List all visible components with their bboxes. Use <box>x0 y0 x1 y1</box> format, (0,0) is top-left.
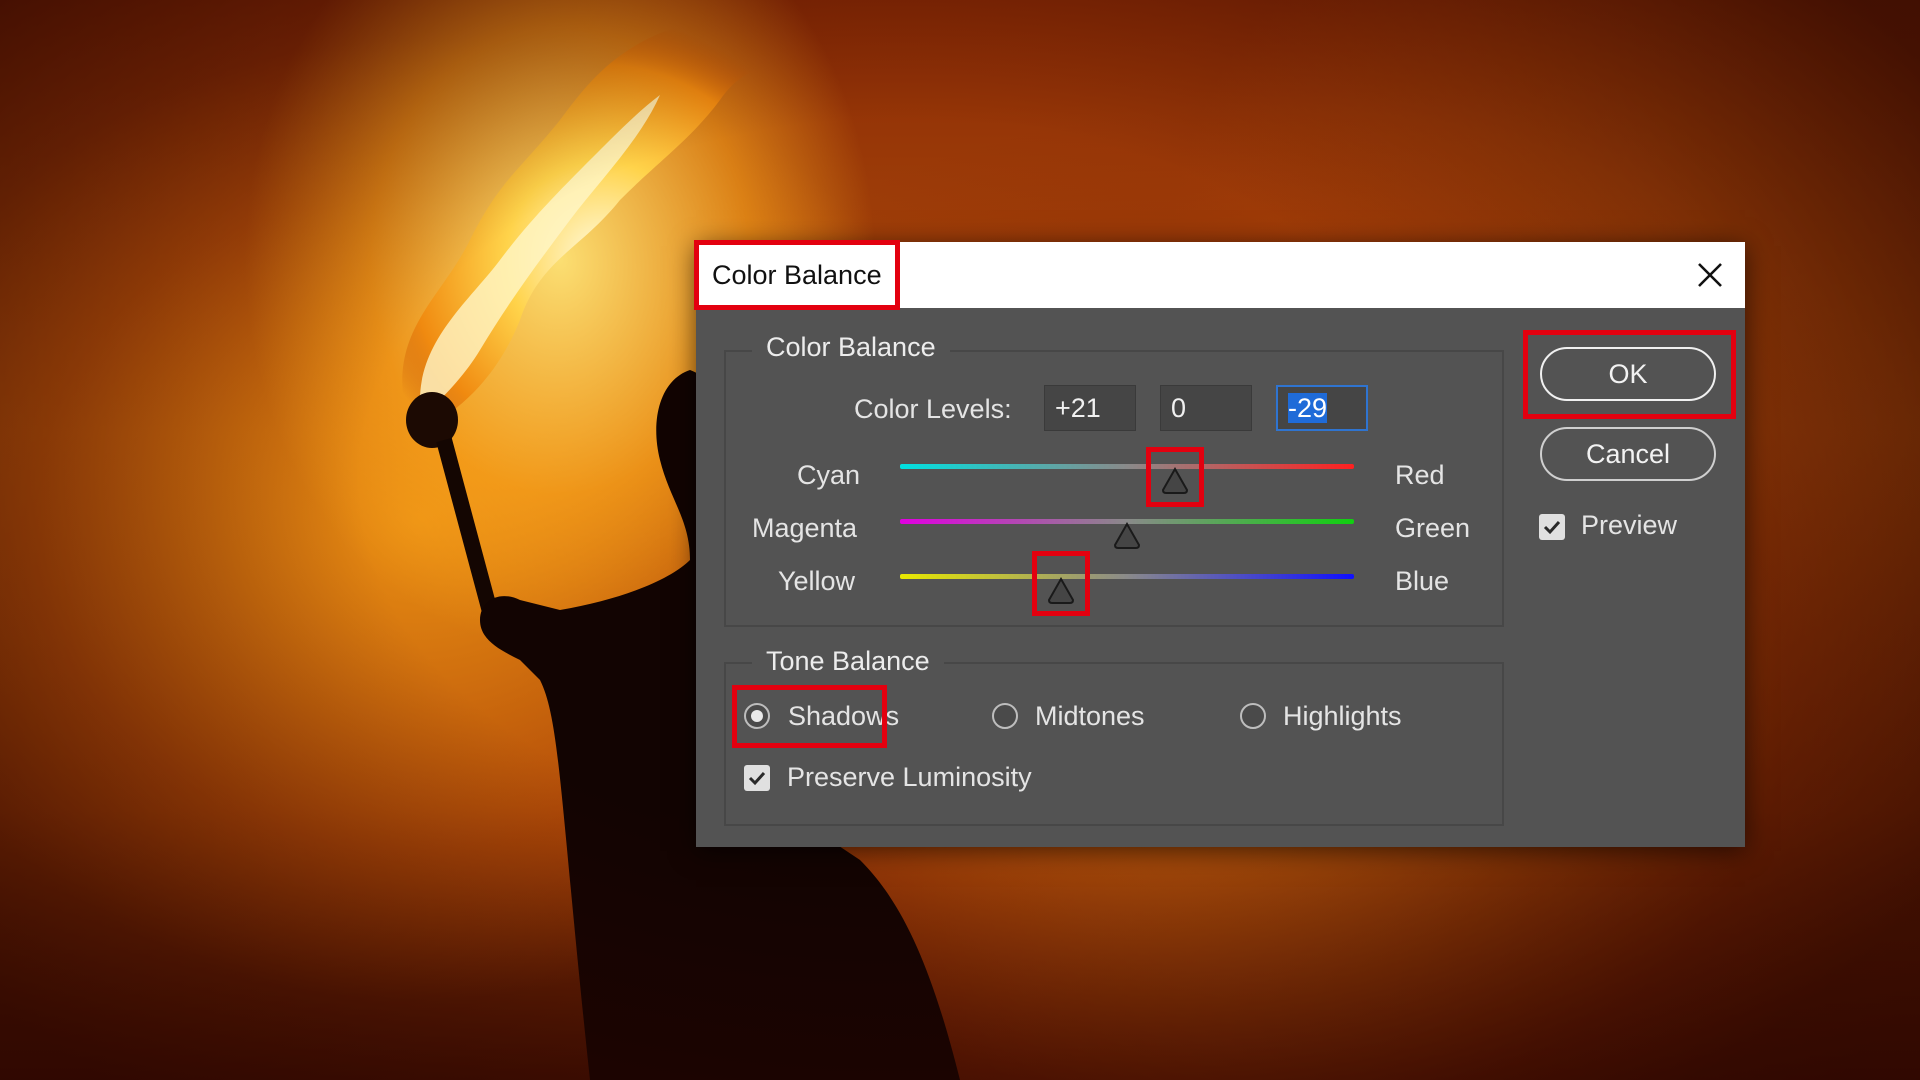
highlights-radio[interactable] <box>1240 703 1266 729</box>
midtones-radio[interactable] <box>992 703 1018 729</box>
cyan-red-level-input[interactable] <box>1044 385 1136 431</box>
selected-text: -29 <box>1288 393 1328 423</box>
cyan-label: Cyan <box>797 460 861 490</box>
shadows-label[interactable]: Shadows <box>788 701 899 732</box>
magenta-green-level-input[interactable] <box>1160 385 1252 431</box>
checkmark-icon <box>1543 520 1561 535</box>
color-levels-label: Color Levels: <box>854 394 1012 424</box>
cyan-red-slider-thumb[interactable] <box>1160 466 1190 496</box>
tone-balance-legend: Tone Balance <box>752 646 944 677</box>
close-icon[interactable] <box>1691 256 1729 294</box>
blue-label: Blue <box>1395 566 1450 596</box>
preview-label[interactable]: Preview <box>1581 510 1677 541</box>
preview-checkbox[interactable] <box>1539 514 1565 540</box>
preserve-luminosity-label[interactable]: Preserve Luminosity <box>787 762 1032 793</box>
magenta-green-slider-thumb[interactable] <box>1112 521 1142 551</box>
midtones-label[interactable]: Midtones <box>1035 701 1145 732</box>
checkmark-icon <box>748 771 766 786</box>
preserve-luminosity-checkbox[interactable] <box>744 765 770 791</box>
yellow-label: Yellow <box>778 566 856 596</box>
color-balance-legend: Color Balance <box>752 332 950 363</box>
dialog-title: Color Balance <box>712 260 882 290</box>
magenta-label: Magenta <box>752 513 858 543</box>
color-balance-dialog: Color Balance Color Balance Color Levels… <box>694 240 1745 847</box>
yellow-blue-slider-track[interactable] <box>900 574 1354 579</box>
yellow-blue-slider-thumb[interactable] <box>1046 576 1076 606</box>
green-label: Green <box>1395 513 1471 543</box>
tone-balance-group <box>724 662 1504 826</box>
cancel-button[interactable]: Cancel <box>1540 427 1716 481</box>
shadows-radio[interactable] <box>744 703 770 729</box>
ok-button[interactable]: OK <box>1540 347 1716 401</box>
red-label: Red <box>1395 460 1445 490</box>
title-bar: Color Balance <box>696 242 1745 308</box>
yellow-blue-level-input[interactable]: -29 <box>1276 385 1368 431</box>
cyan-red-slider-track[interactable] <box>900 464 1354 469</box>
highlights-label[interactable]: Highlights <box>1283 701 1402 732</box>
